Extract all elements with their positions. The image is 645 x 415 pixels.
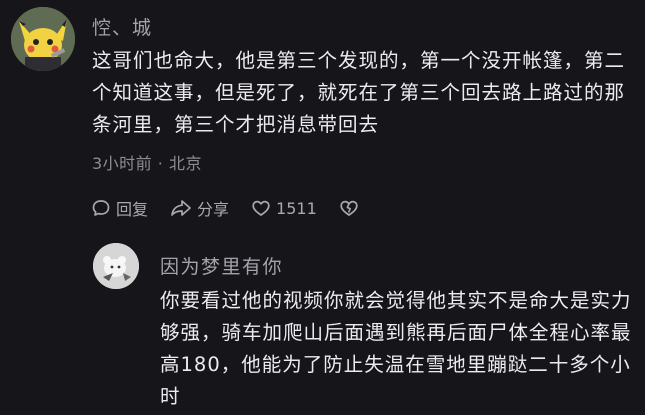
avatar[interactable] <box>11 7 75 71</box>
share-label: 分享 <box>197 200 230 219</box>
reply-button[interactable]: 回复 <box>91 196 148 220</box>
reply-username[interactable]: 因为梦里有你 <box>160 252 283 279</box>
reply-avatar-image <box>93 243 139 289</box>
like-count: 1511 <box>276 198 317 218</box>
reply-icon <box>91 198 111 218</box>
comment-username[interactable]: 悾、城 <box>92 13 152 40</box>
dislike-icon <box>339 198 359 218</box>
comment-text: 这哥们也命大，他是第三个发现的，第一个没开帐篷，第二个知道这事，但是死了，就死在… <box>92 49 626 136</box>
dislike-button[interactable] <box>339 198 359 218</box>
reply-text: 你要看过他的视频你就会觉得他其实不是命大是实力够强，骑车加爬山后面遇到熊再后面尸… <box>160 289 632 408</box>
avatar-image <box>11 7 75 71</box>
reply-label: 回复 <box>116 200 149 219</box>
comment-actions: 回复 分享 1511 <box>91 196 381 220</box>
like-button[interactable]: 1511 <box>251 198 317 218</box>
share-button[interactable]: 分享 <box>170 196 229 220</box>
reply-avatar[interactable] <box>93 243 139 289</box>
comment-meta: 3小时前 · 北京 <box>92 154 202 173</box>
comment-thread: 悾、城 这哥们也命大，他是第三个发现的，第一个没开帐篷，第二个知道这事，但是死了… <box>0 0 645 415</box>
like-icon <box>251 198 271 218</box>
share-icon <box>170 198 192 218</box>
